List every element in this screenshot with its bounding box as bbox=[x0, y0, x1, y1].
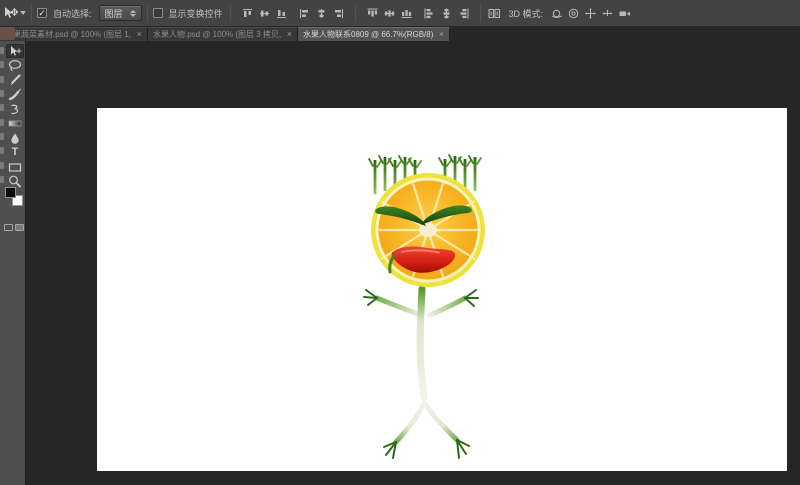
distribute-vcenter-button[interactable] bbox=[382, 6, 397, 21]
distribute-group-vertical bbox=[364, 6, 415, 21]
history-brush-tool-button[interactable] bbox=[6, 102, 24, 116]
right-foot-fringe bbox=[456, 439, 470, 459]
tab-fruit-person[interactable]: 水果人物.psd @ 100% (图层 3 拷贝, RGB/8) × bbox=[148, 27, 298, 41]
foreground-color-swatch[interactable] bbox=[5, 187, 16, 198]
right-hand-fringe bbox=[464, 289, 479, 307]
tool-fragment bbox=[0, 162, 4, 169]
align-bottom-button[interactable] bbox=[274, 6, 289, 21]
tab-title: 水果人物联系0809 @ 66.7%(RGB/8) * bbox=[303, 30, 435, 39]
distribute-left-button[interactable] bbox=[422, 6, 437, 21]
checkbox-unchecked-icon: ✓ bbox=[152, 8, 163, 18]
move-tool-icon bbox=[11, 45, 22, 56]
auto-select-target-dropdown[interactable]: 图层 bbox=[98, 5, 142, 21]
align-group-horizontal bbox=[296, 6, 347, 21]
divider bbox=[354, 4, 356, 22]
brush-tool-button[interactable] bbox=[6, 88, 24, 102]
distribute-top-button[interactable] bbox=[365, 6, 380, 21]
align-group-vertical bbox=[239, 6, 290, 21]
pan-3d-button[interactable] bbox=[583, 6, 598, 21]
screen-mode-button[interactable] bbox=[15, 224, 24, 231]
lasso-tool-button[interactable] bbox=[6, 59, 24, 73]
tool-fragment bbox=[0, 61, 4, 68]
align-right-button[interactable] bbox=[331, 6, 346, 21]
align-left-button[interactable] bbox=[297, 6, 312, 21]
current-tool-badge[interactable] bbox=[3, 6, 26, 20]
lemon-core bbox=[419, 223, 437, 237]
orbit-3d-button[interactable] bbox=[549, 6, 564, 21]
auto-align-button[interactable] bbox=[487, 6, 502, 21]
distribute-bottom-button[interactable] bbox=[399, 6, 414, 21]
divider bbox=[229, 4, 231, 22]
tab-title: 水果人物.psd @ 100% (图层 3 拷贝, RGB/8) bbox=[153, 30, 283, 39]
tab-fruit-person-0809-active[interactable]: 水果人物联系0809 @ 66.7%(RGB/8) * × bbox=[298, 27, 450, 41]
tab-title: 水果蔬菜素材.psd @ 100% (图层 1, RGB/8) * bbox=[5, 30, 133, 39]
dropdown-caret-icon bbox=[129, 9, 136, 17]
history-brush-tool-icon bbox=[11, 104, 19, 114]
align-hcenter-button[interactable] bbox=[314, 6, 329, 21]
fruit-character-artwork bbox=[363, 154, 485, 459]
tool-fragment bbox=[0, 176, 4, 183]
eyedropper-tool-button[interactable] bbox=[6, 73, 24, 87]
gradient-tool-button[interactable] bbox=[6, 117, 24, 131]
rectangle-tool-button[interactable] bbox=[6, 160, 24, 174]
tools-panel: T bbox=[0, 41, 26, 485]
scallion-body bbox=[416, 285, 428, 401]
eyedropper-tool-icon bbox=[10, 73, 21, 86]
align-vcenter-button[interactable] bbox=[257, 6, 272, 21]
gradient-tool-icon bbox=[8, 120, 22, 127]
lasso-tool-icon bbox=[8, 60, 22, 72]
slide-3d-button[interactable] bbox=[600, 6, 615, 21]
show-transform-label: 显示变换控件 bbox=[168, 8, 223, 19]
quick-mask-button[interactable] bbox=[4, 224, 13, 231]
auto-select-checkbox[interactable]: ✓ 自动选择: bbox=[37, 7, 94, 20]
show-transform-checkbox[interactable]: ✓ 显示变换控件 bbox=[152, 7, 225, 20]
document-canvas[interactable] bbox=[97, 108, 787, 471]
brush-tool-icon bbox=[8, 88, 21, 101]
tool-fragment bbox=[0, 133, 4, 140]
tool-preset-caret-icon bbox=[20, 11, 26, 15]
tool-fragment bbox=[0, 104, 4, 111]
rectangle-tool-icon bbox=[8, 162, 22, 172]
scallion-legs bbox=[383, 400, 470, 459]
distribute-hcenter-button[interactable] bbox=[439, 6, 454, 21]
divider bbox=[146, 4, 148, 22]
close-icon[interactable]: × bbox=[137, 30, 142, 39]
mode-3d-label: 3D 模式: bbox=[508, 8, 544, 19]
move-tool-button[interactable] bbox=[6, 44, 24, 58]
document-tab-bar: 水果蔬菜素材.psd @ 100% (图层 1, RGB/8) * × 水果人物… bbox=[0, 27, 800, 41]
tool-fragment bbox=[0, 147, 4, 154]
move-tool-icon bbox=[5, 7, 18, 18]
tool-fragment bbox=[0, 119, 4, 126]
divider bbox=[479, 4, 481, 22]
left-foot-fringe bbox=[383, 441, 397, 459]
auto-select-label: 自动选择: bbox=[53, 8, 92, 19]
checkbox-checked-icon: ✓ bbox=[37, 8, 47, 18]
distribute-group-horizontal bbox=[421, 6, 472, 21]
tool-fragment bbox=[0, 76, 4, 83]
tab-fruit-vegetable-material[interactable]: 水果蔬菜素材.psd @ 100% (图层 1, RGB/8) * × bbox=[0, 27, 148, 41]
blur-tool-button[interactable] bbox=[6, 131, 24, 145]
tool-fragment bbox=[0, 90, 4, 97]
distribute-right-button[interactable] bbox=[456, 6, 471, 21]
mode-3d-group bbox=[548, 6, 633, 21]
left-hand-fringe bbox=[363, 289, 378, 306]
align-top-button[interactable] bbox=[240, 6, 255, 21]
blur-tool-icon bbox=[11, 133, 19, 144]
close-icon[interactable]: × bbox=[287, 30, 292, 39]
tool-fragment bbox=[0, 47, 4, 54]
photoshop-window: { "options_bar": { "auto_select": { "lab… bbox=[0, 0, 800, 485]
roll-3d-button[interactable] bbox=[566, 6, 581, 21]
window-fragment bbox=[0, 27, 15, 40]
auto-select-target-value: 图层 bbox=[104, 8, 123, 19]
type-tool-icon: T bbox=[11, 146, 19, 158]
options-bar: ✓ 自动选择: 图层 ✓ 显示变换控件 bbox=[0, 0, 800, 27]
zoom-3d-button[interactable] bbox=[617, 6, 632, 21]
close-icon[interactable]: × bbox=[439, 30, 444, 39]
type-tool-button[interactable]: T bbox=[6, 146, 24, 160]
divider bbox=[31, 4, 32, 22]
